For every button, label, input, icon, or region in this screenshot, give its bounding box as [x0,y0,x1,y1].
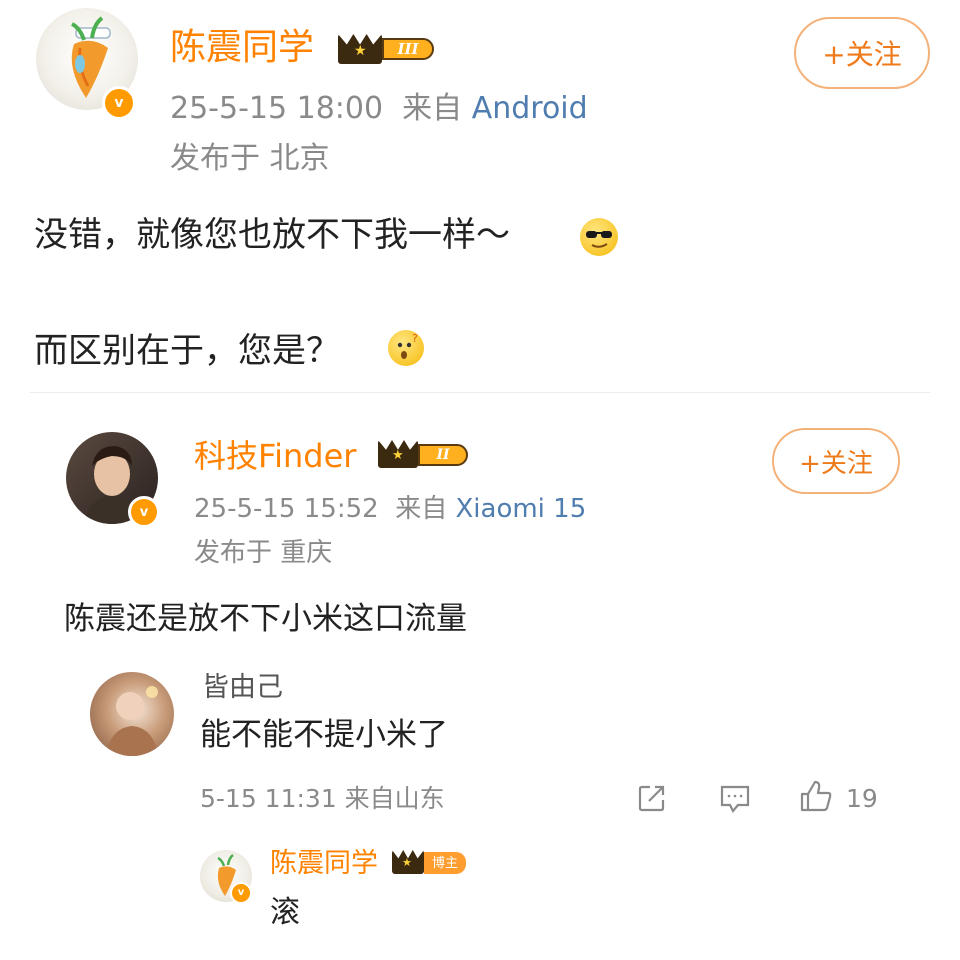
quoted-source[interactable]: Xiaomi 15 [455,494,586,524]
author-name[interactable]: 陈震同学 [170,30,314,66]
quoted-author-name[interactable]: 科技Finder [194,440,356,472]
post-location: 发布于 北京 [170,141,330,176]
section-divider [30,392,930,393]
verified-badge-icon: v [102,86,136,120]
post-source[interactable]: Android [472,91,588,126]
cool-emoji-icon [580,218,618,256]
star-icon: ★ [354,43,367,59]
question-emoji-icon: ? [388,330,424,366]
comment-text: 能不能不提小米了 [200,717,448,753]
comment-icon[interactable] [718,782,752,814]
quoted-time: 25-5-15 15:52 [194,494,379,524]
post-text-line2: 而区别在于，您是？ [34,331,340,371]
from-label: 来自 [402,91,463,126]
like-count: 19 [846,784,878,813]
quoted-verified-badge-icon: v [128,496,160,528]
reply-author-name[interactable]: 陈震同学 [270,850,378,877]
quoted-location: 发布于 重庆 [194,538,333,568]
commenter-avatar[interactable] [90,672,174,756]
quoted-user-level-badge: II [418,444,468,466]
reply-star-icon: ★ [402,856,412,869]
quoted-follow-button[interactable]: +关注 [772,428,900,494]
quoted-star-icon: ★ [392,448,404,463]
reply-verified-badge-icon: v [230,882,252,904]
quoted-meta: 25-5-15 15:52 来自 Xiaomi 15 [194,496,586,522]
reply-text: 滚 [270,895,300,930]
follow-button[interactable]: +关注 [794,17,930,89]
quoted-text: 陈震还是放不下小米这口流量 [64,601,467,637]
user-level-badge: III [382,38,434,60]
svg-text:?: ? [412,332,418,345]
blogger-badge: 博主 [424,852,466,874]
post-time: 25-5-15 18:00 [170,91,384,126]
commenter-name[interactable]: 皆由己 [202,674,283,701]
comment-meta: 5-15 11:31 来自山东 [200,784,445,813]
post-meta: 25-5-15 18:00 来自 Android [170,94,588,124]
quoted-from-label: 来自 [395,494,448,524]
post-text-line1: 没错，就像您也放不下我一样～ [34,215,510,255]
share-icon[interactable] [636,782,668,814]
like-icon[interactable] [798,778,834,814]
